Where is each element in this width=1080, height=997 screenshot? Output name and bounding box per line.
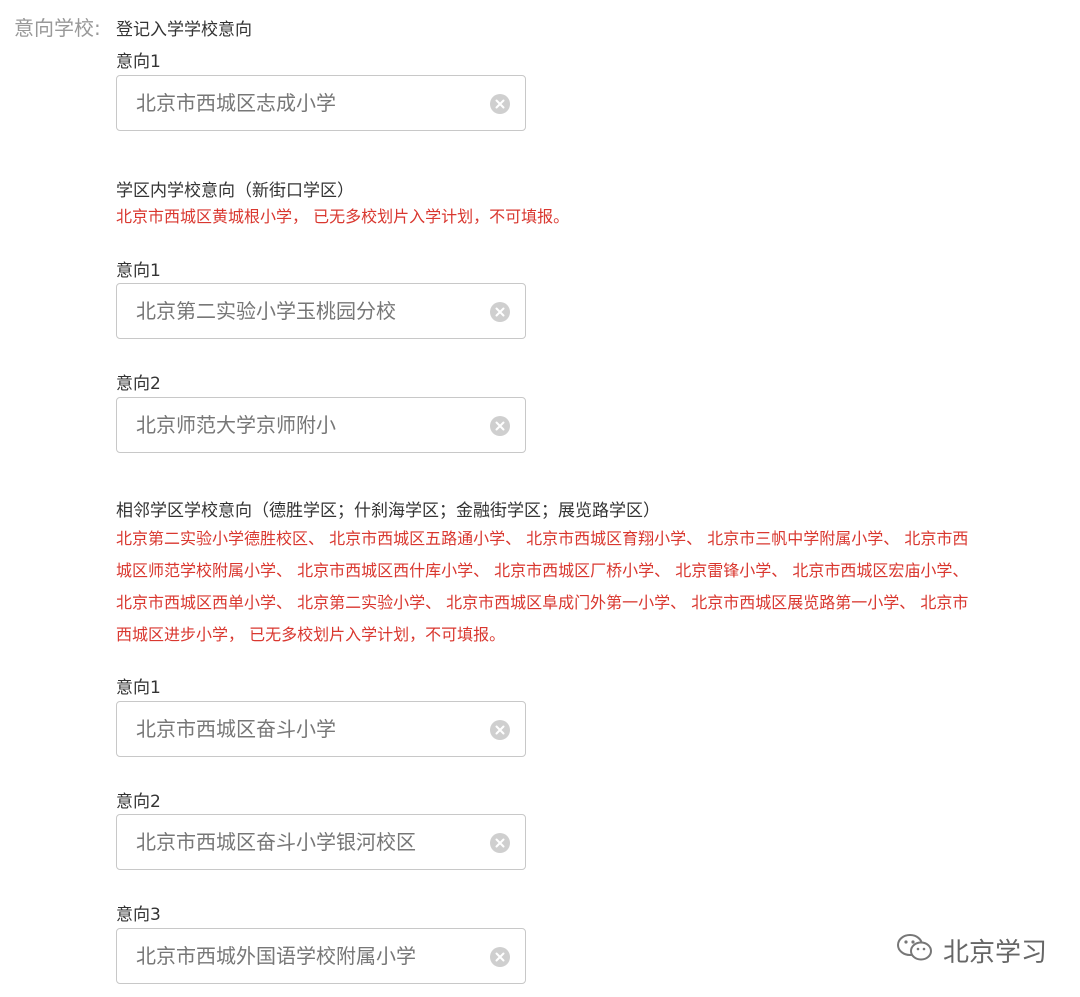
clear-icon[interactable]: [490, 416, 510, 436]
neighbor-section-title: 相邻学区学校意向（德胜学区；什刹海学区；金融街学区；展览路学区）: [116, 501, 660, 521]
neighbor-pref2-field[interactable]: 北京市西城区奋斗小学银河校区: [116, 814, 526, 870]
warning-line: 城区师范学校附属小学、 北京市西城区西什库小学、 北京市西城区厂桥小学、 北京雷…: [116, 561, 969, 580]
district-section-title: 学区内学校意向（新街口学区）: [116, 181, 354, 201]
district-pref1-label: 意向1: [116, 261, 161, 281]
neighbor-pref3-field[interactable]: 北京市西城外国语学校附属小学: [116, 928, 526, 984]
clear-icon[interactable]: [490, 94, 510, 114]
neighbor-pref2-value: 北京市西城区奋斗小学银河校区: [136, 830, 416, 854]
district-pref1-field[interactable]: 北京第二实验小学玉桃园分校: [116, 283, 526, 339]
clear-icon[interactable]: [490, 947, 510, 967]
neighbor-warning: 北京第二实验小学德胜校区、 北京市西城区五路通小学、 北京市西城区育翔小学、 北…: [116, 523, 1051, 651]
district-pref2-label: 意向2: [116, 374, 161, 394]
form-heading: 登记入学学校意向: [116, 20, 252, 40]
clear-icon[interactable]: [490, 833, 510, 853]
neighbor-pref1-value: 北京市西城区奋斗小学: [136, 717, 336, 741]
registered-pref1-field[interactable]: 北京市西城区志成小学: [116, 75, 526, 131]
watermark: 北京学习: [895, 930, 1047, 970]
clear-icon[interactable]: [490, 720, 510, 740]
wechat-icon: [895, 932, 935, 968]
neighbor-pref2-label: 意向2: [116, 792, 161, 812]
neighbor-pref1-label: 意向1: [116, 678, 161, 698]
registered-pref1-value: 北京市西城区志成小学: [136, 91, 336, 115]
neighbor-pref1-field[interactable]: 北京市西城区奋斗小学: [116, 701, 526, 757]
neighbor-pref3-label: 意向3: [116, 905, 161, 925]
district-pref2-value: 北京师范大学京师附小: [136, 413, 336, 437]
warning-line: 北京市西城区西单小学、 北京第二实验小学、 北京市西城区阜成门外第一小学、 北京…: [116, 593, 969, 612]
watermark-text: 北京学习: [943, 937, 1048, 968]
field-label: 意向学校:: [14, 16, 101, 40]
neighbor-pref3-value: 北京市西城外国语学校附属小学: [136, 944, 416, 968]
registered-pref1-label: 意向1: [116, 52, 161, 72]
district-warning: 北京市西城区黄城根小学， 已无多校划片入学计划，不可填报。: [116, 207, 570, 226]
clear-icon[interactable]: [490, 302, 510, 322]
district-pref2-field[interactable]: 北京师范大学京师附小: [116, 397, 526, 453]
warning-line: 北京第二实验小学德胜校区、 北京市西城区五路通小学、 北京市西城区育翔小学、 北…: [116, 529, 969, 548]
district-pref1-value: 北京第二实验小学玉桃园分校: [136, 299, 396, 323]
warning-line: 西城区进步小学， 已无多校划片入学计划，不可填报。: [116, 625, 506, 644]
